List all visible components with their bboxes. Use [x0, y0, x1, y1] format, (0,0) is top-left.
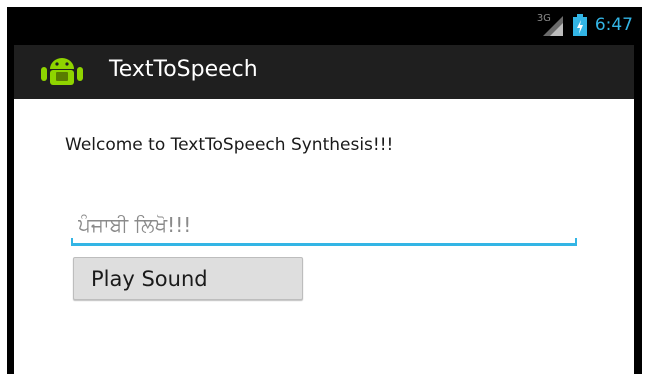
main-content: Welcome to TextToSpeech Synthesis!!! Pla… — [14, 99, 634, 374]
status-icons: 3G 6:47 — [537, 11, 633, 39]
status-bar: 3G 6:47 — [7, 7, 642, 45]
input-underline-right-tick — [575, 238, 577, 246]
play-sound-button[interactable]: Play Sound — [73, 257, 303, 300]
speech-text-input[interactable] — [70, 209, 583, 241]
signal-icon: 3G — [536, 13, 565, 36]
status-clock: 6:47 — [594, 15, 633, 35]
welcome-text: Welcome to TextToSpeech Synthesis!!! — [65, 135, 394, 155]
network-type-label: 3G — [536, 13, 551, 24]
device-screen: 3G 6:47 TextToSpeech Welcome to TextToSp… — [7, 7, 642, 374]
battery-icon — [572, 14, 587, 36]
app-title: TextToSpeech — [109, 57, 258, 82]
input-underline — [71, 243, 577, 246]
action-bar: TextToSpeech — [14, 45, 634, 100]
android-icon — [41, 56, 83, 88]
